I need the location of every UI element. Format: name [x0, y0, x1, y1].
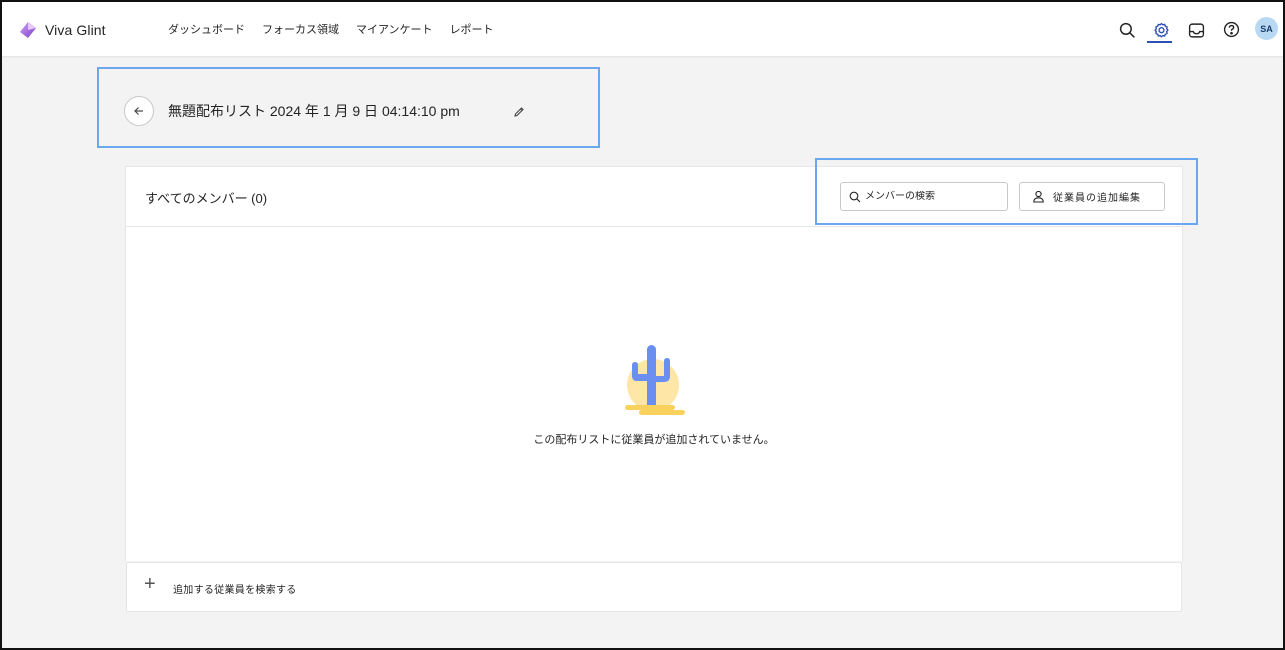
app-name: Viva Glint — [45, 22, 106, 38]
nav-item-focus-areas[interactable]: フォーカス領域 — [262, 21, 339, 37]
user-avatar[interactable]: SA — [1255, 17, 1278, 40]
arrow-left-icon — [134, 107, 143, 115]
inbox-button[interactable] — [1186, 20, 1206, 40]
member-search-field[interactable] — [840, 182, 1008, 211]
settings-icon — [1153, 22, 1169, 38]
person-icon — [1033, 190, 1044, 203]
add-employee-bar[interactable]: + 追加する従業員を検索する — [126, 562, 1182, 612]
nav-item-dashboard[interactable]: ダッシュボード — [168, 21, 245, 37]
members-card: すべてのメンバー (0) 従業員の追加編集 この配布リストに従業員が追加されてい… — [125, 166, 1183, 561]
main-nav: ダッシュボード フォーカス領域 マイアンケート レポート — [168, 21, 511, 37]
viva-glint-logo-icon — [20, 22, 36, 38]
pencil-icon[interactable] — [513, 106, 525, 118]
page-header: 無題配布リスト 2024 年 1 月 9 日 04:14:10 pm — [124, 96, 460, 126]
empty-state-message: この配布リストに従業員が追加されていません。 — [533, 434, 775, 446]
search-icon — [1119, 22, 1135, 38]
nav-item-reports[interactable]: レポート — [450, 21, 494, 37]
page-title: 無題配布リスト 2024 年 1 月 9 日 04:14:10 pm — [168, 103, 460, 119]
settings-button[interactable] — [1151, 20, 1171, 40]
help-icon — [1223, 21, 1239, 37]
cactus-illustration-icon — [625, 345, 685, 415]
add-employee-label: 追加する従業員を検索する — [173, 585, 297, 596]
edit-employees-label: 従業員の追加編集 — [1053, 193, 1141, 204]
app-logo[interactable]: Viva Glint — [18, 21, 106, 39]
back-button[interactable] — [124, 96, 154, 126]
edit-employees-button[interactable]: 従業員の追加編集 — [1019, 182, 1165, 211]
inbox-icon — [1188, 22, 1204, 38]
top-bar: Viva Glint ダッシュボード フォーカス領域 マイアンケート レポート — [2, 2, 1283, 56]
member-search-input[interactable] — [865, 191, 1005, 202]
plus-icon: + — [144, 573, 156, 595]
nav-item-my-surveys[interactable]: マイアンケート — [356, 21, 433, 37]
search-button[interactable] — [1117, 20, 1137, 40]
active-tab-indicator — [1147, 41, 1172, 43]
search-icon — [849, 191, 861, 202]
members-card-header: すべてのメンバー (0) 従業員の追加編集 — [126, 167, 1182, 227]
members-title: すべてのメンバー (0) — [145, 191, 268, 206]
help-button[interactable] — [1221, 19, 1241, 39]
